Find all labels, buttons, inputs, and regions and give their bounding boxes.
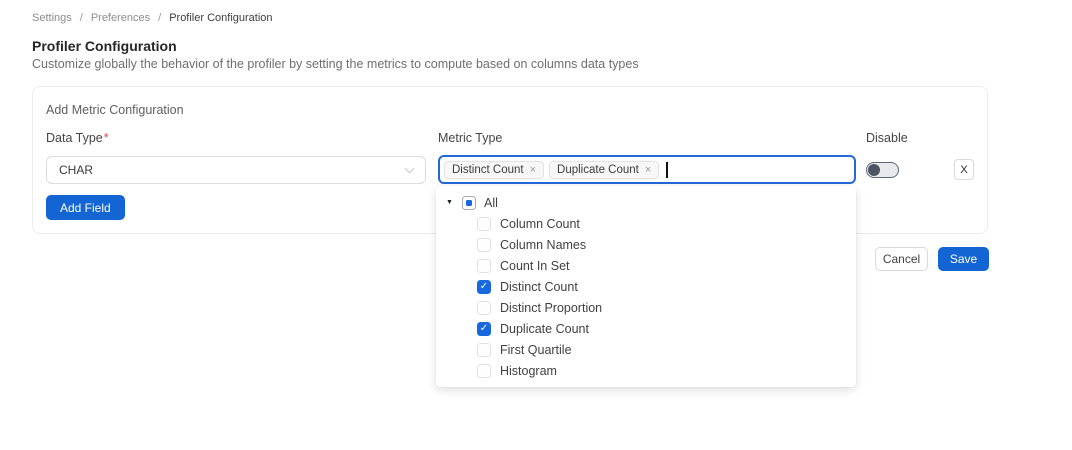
dropdown-item[interactable]: First Quartile	[436, 339, 856, 360]
data-type-label: Data Type*	[46, 131, 109, 145]
dropdown-item-label: Column Names	[500, 238, 586, 252]
dropdown-item[interactable]: Histogram	[436, 360, 856, 381]
dropdown-item-label: Column Count	[500, 217, 580, 231]
chevron-down-icon	[405, 163, 415, 173]
disable-label: Disable	[866, 131, 908, 145]
dropdown-item-label: Histogram	[500, 364, 557, 378]
dropdown-item-label: First Quartile	[500, 343, 572, 357]
tag-remove-icon[interactable]: ×	[530, 164, 536, 176]
breadcrumb-separator: /	[158, 12, 161, 24]
text-cursor	[666, 162, 668, 178]
data-type-value: CHAR	[59, 163, 406, 177]
breadcrumb-profiler-configuration: Profiler Configuration	[169, 12, 272, 24]
metric-type-label: Metric Type	[438, 131, 502, 145]
dropdown-item[interactable]: Distinct Proportion	[436, 297, 856, 318]
dropdown-item[interactable]: Distinct Count	[436, 276, 856, 297]
metric-type-multiselect[interactable]: Distinct Count × Duplicate Count ×	[438, 155, 856, 184]
page-subtitle: Customize globally the behavior of the p…	[32, 57, 639, 71]
checkbox[interactable]	[462, 196, 476, 210]
tag-remove-icon[interactable]: ×	[645, 164, 651, 176]
data-type-select[interactable]: CHAR	[46, 156, 426, 184]
checkbox[interactable]	[477, 217, 491, 231]
dropdown-item-label: Duplicate Count	[500, 322, 589, 336]
checkbox[interactable]	[477, 259, 491, 273]
remove-field-button[interactable]: X	[954, 159, 974, 180]
checkbox[interactable]	[477, 322, 491, 336]
checkbox[interactable]	[477, 238, 491, 252]
dropdown-item-label: All	[484, 196, 498, 210]
breadcrumb-settings[interactable]: Settings	[32, 12, 72, 24]
checkbox[interactable]	[477, 343, 491, 357]
breadcrumb-preferences[interactable]: Preferences	[91, 12, 150, 24]
breadcrumb: Settings / Preferences / Profiler Config…	[32, 12, 273, 24]
dropdown-item[interactable]: Column Names	[436, 234, 856, 255]
panel-title: Add Metric Configuration	[46, 103, 184, 117]
dropdown-item[interactable]: Count In Set	[436, 255, 856, 276]
caret-down-icon[interactable]: ▼	[446, 199, 454, 206]
dropdown-item-label: Count In Set	[500, 259, 570, 273]
cancel-button[interactable]: Cancel	[875, 247, 928, 271]
checkbox[interactable]	[477, 364, 491, 378]
required-asterisk: *	[104, 131, 109, 145]
dropdown-item-label: Distinct Proportion	[500, 301, 602, 315]
metric-type-dropdown: ▼ All Column Count Column Names Count In…	[436, 186, 856, 387]
metric-tag: Duplicate Count ×	[549, 161, 659, 179]
metric-tag-label: Distinct Count	[452, 164, 524, 176]
add-field-button[interactable]: Add Field	[46, 195, 125, 220]
checkbox[interactable]	[477, 280, 491, 294]
dropdown-item[interactable]: Duplicate Count	[436, 318, 856, 339]
page-title: Profiler Configuration	[32, 38, 177, 54]
metric-tag-label: Duplicate Count	[557, 164, 639, 176]
checkbox[interactable]	[477, 301, 491, 315]
toggle-knob	[868, 164, 880, 176]
dropdown-item-label: Distinct Count	[500, 280, 578, 294]
save-button[interactable]: Save	[938, 247, 989, 271]
disable-toggle[interactable]	[866, 162, 899, 178]
dropdown-item[interactable]: Column Count	[436, 213, 856, 234]
dropdown-item-all[interactable]: ▼ All	[436, 192, 856, 213]
breadcrumb-separator: /	[80, 12, 83, 24]
metric-tag: Distinct Count ×	[444, 161, 544, 179]
